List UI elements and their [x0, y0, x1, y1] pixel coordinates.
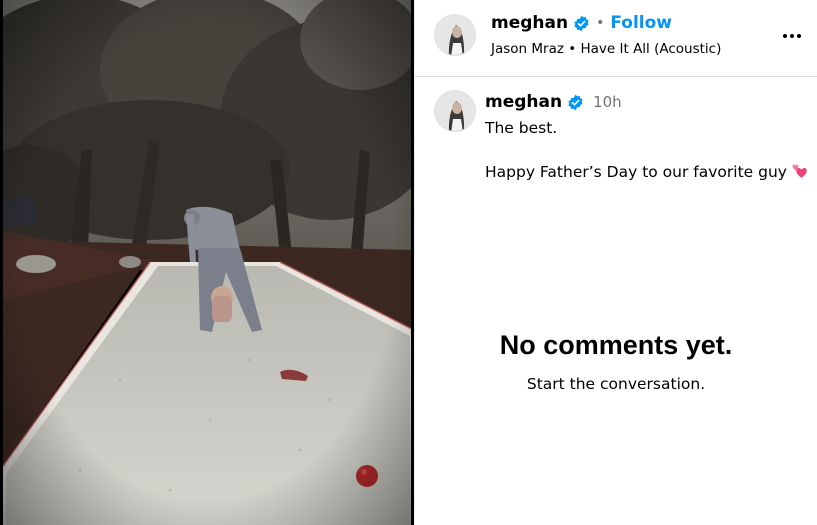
two-hearts-icon: [791, 162, 809, 186]
post-photo: [0, 0, 414, 525]
verified-badge-icon: [573, 15, 590, 32]
header-username[interactable]: meghan: [491, 13, 568, 33]
caption-name-row: meghan 10h: [485, 92, 622, 112]
caption-line-2: Happy Father’s Day to our favorite guy: [485, 161, 815, 186]
separator-dot: •: [596, 15, 605, 31]
post-header: meghan • Follow Jason Mraz • Have It All…: [415, 0, 817, 77]
verified-badge-icon: [567, 94, 584, 111]
caption-username[interactable]: meghan: [485, 92, 562, 112]
post-media[interactable]: [0, 0, 414, 525]
caption: meghan 10h The best. Happy Father’s Day …: [415, 77, 817, 277]
caption-line-1: The best.: [485, 119, 558, 137]
more-options-icon[interactable]: [779, 24, 805, 48]
media-edge-left: [0, 0, 3, 525]
post-timestamp[interactable]: 10h: [593, 93, 622, 111]
avatar[interactable]: [434, 14, 476, 56]
caption-text: The best. Happy Father’s Day to our favo…: [485, 117, 815, 186]
audio-track-link[interactable]: Jason Mraz • Have It All (Acoustic): [491, 41, 721, 57]
caption-line-2-text: Happy Father’s Day to our favorite guy: [485, 163, 787, 181]
header-name-row: meghan • Follow: [491, 13, 672, 33]
empty-comments-subtitle: Start the conversation.: [526, 375, 706, 393]
post-sidebar: meghan • Follow Jason Mraz • Have It All…: [414, 0, 817, 525]
empty-comments-title: No comments yet.: [499, 330, 733, 360]
empty-comments: No comments yet. Start the conversation.: [415, 330, 817, 393]
post-dialog: meghan • Follow Jason Mraz • Have It All…: [0, 0, 817, 525]
caption-avatar[interactable]: [434, 90, 476, 132]
follow-button[interactable]: Follow: [610, 13, 672, 33]
